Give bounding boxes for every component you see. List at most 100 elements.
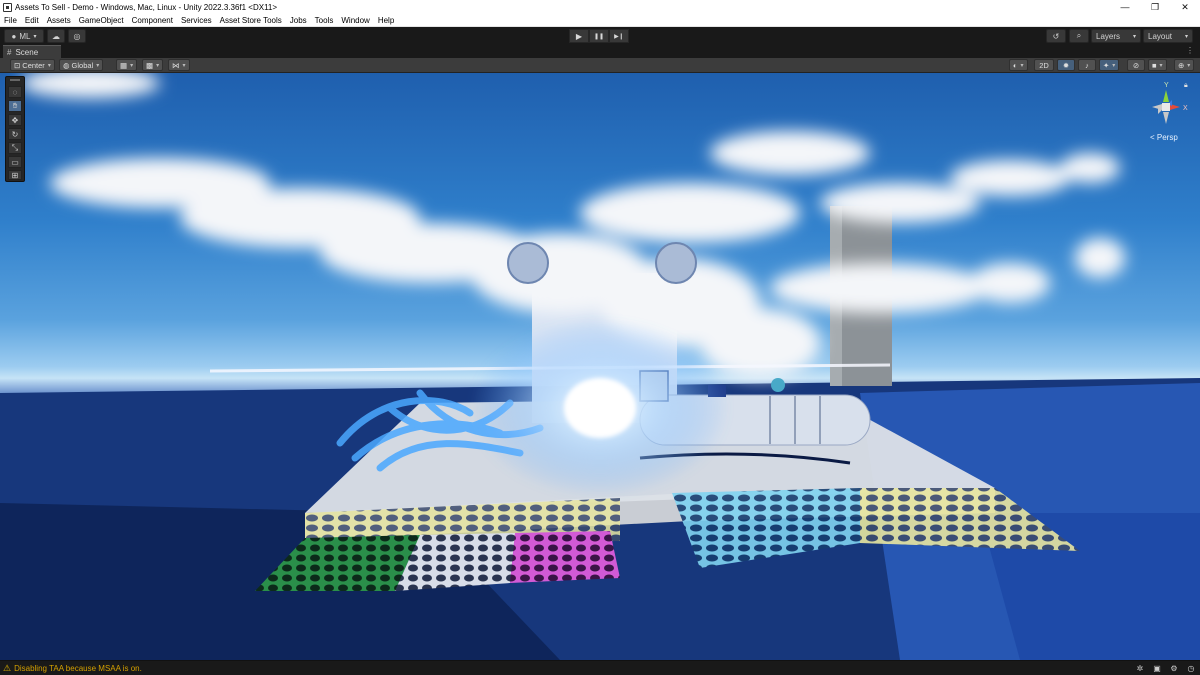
gizmo-y-axis[interactable]: [1163, 90, 1169, 102]
layers-label: Layers: [1096, 31, 1121, 41]
close-button[interactable]: ✕: [1170, 0, 1200, 14]
toggle-2d-button[interactable]: 2D: [1034, 59, 1054, 71]
align-icon: ⋈: [172, 60, 180, 70]
chevron-down-icon: ▾: [47, 62, 51, 69]
pink-dots-tile: [510, 531, 620, 583]
chevron-down-icon: ▾: [182, 62, 186, 69]
menu-asset-store-tools[interactable]: Asset Store Tools: [216, 16, 286, 25]
light-bulb-icon: ✹: [1062, 60, 1070, 70]
shading-icon: ◐: [1013, 60, 1018, 70]
layout-label: Layout: [1148, 31, 1173, 41]
play-icon: ▶: [575, 31, 583, 41]
window-title: Assets To Sell - Demo - Windows, Mac, Li…: [15, 2, 278, 12]
scale-icon: ⤡: [11, 143, 19, 152]
align-dropdown[interactable]: ⋈ ▾: [168, 59, 190, 71]
chevron-down-icon: ▾: [1159, 62, 1163, 69]
menu-window[interactable]: Window: [337, 16, 373, 25]
collab-button[interactable]: ◎: [68, 29, 86, 43]
layout-dropdown[interactable]: Layout ▾: [1143, 29, 1193, 43]
tab-scene-label: Scene: [15, 47, 39, 57]
camera-dropdown[interactable]: ■ ▾: [1148, 59, 1167, 71]
transform-tool-button[interactable]: ⊞: [8, 170, 22, 180]
menu-file[interactable]: File: [0, 16, 21, 25]
view-tool-button[interactable]: ◌: [8, 86, 22, 98]
account-label: ML: [19, 31, 31, 41]
gizmos-dropdown[interactable]: ⊕ ▾: [1174, 59, 1195, 71]
maximize-button[interactable]: ❐: [1140, 0, 1170, 14]
projection-toggle[interactable]: < Persp: [1150, 133, 1178, 142]
transform-icon: ⊞: [11, 170, 19, 180]
palette-grip[interactable]: [10, 79, 20, 81]
wall-sphere-right: [655, 242, 697, 284]
increment-snapping-dropdown[interactable]: ▩ ▾: [142, 59, 164, 71]
chevron-down-icon: ▾: [33, 33, 37, 40]
chevron-down-icon: ▾: [1020, 62, 1024, 69]
menu-jobs[interactable]: Jobs: [286, 16, 311, 25]
menu-bar: File Edit Assets GameObject Component Se…: [0, 14, 1200, 27]
menu-assets[interactable]: Assets: [43, 16, 75, 25]
gizmo-center-cube[interactable]: [1162, 103, 1170, 111]
pivot-mode-label: Center: [22, 60, 45, 70]
progress-icon[interactable]: ◷: [1186, 663, 1196, 673]
menu-tools[interactable]: Tools: [311, 16, 338, 25]
chevron-down-icon: ▾: [1132, 33, 1136, 40]
unity-logo-icon: [3, 2, 12, 12]
gizmo-x-label: X: [1183, 105, 1188, 112]
menu-services[interactable]: Services: [177, 16, 216, 25]
menu-edit[interactable]: Edit: [21, 16, 43, 25]
chevron-down-icon: ▾: [1184, 33, 1188, 40]
rect-icon: ▭: [11, 157, 19, 167]
package-icon[interactable]: ⚙: [1169, 663, 1179, 673]
history-icon: ↺: [1052, 31, 1060, 41]
minimize-button[interactable]: —: [1110, 0, 1140, 14]
rotate-tool-button[interactable]: ↻: [8, 128, 22, 140]
chevron-down-icon: ▾: [1187, 62, 1191, 69]
undo-history-button[interactable]: ↺: [1046, 29, 1066, 43]
pause-icon: ❚❚: [593, 33, 605, 40]
chevron-down-icon: ▾: [130, 62, 134, 69]
scene-visibility-toggle[interactable]: ⊘: [1127, 59, 1145, 71]
cloud-button[interactable]: ☁: [47, 29, 65, 43]
pause-button[interactable]: ❚❚: [589, 29, 609, 43]
window-controls: — ❐ ✕: [1110, 0, 1200, 14]
lighting-toggle[interactable]: ✹: [1057, 59, 1075, 71]
scene-viewport[interactable]: Y X 🔒︎ < Persp: [0, 73, 1200, 660]
status-icons: ✲ ▣ ⚙ ◷: [1135, 663, 1196, 673]
globe-icon: ◍: [63, 60, 70, 70]
hand-tool-button[interactable]: ✋︎: [8, 100, 22, 112]
gizmo-neg-x-axis[interactable]: [1152, 104, 1162, 110]
step-button[interactable]: ▶❙: [609, 29, 629, 43]
energy-core: [564, 378, 636, 438]
pivot-rotation-dropdown[interactable]: ◍ Global ▾: [59, 59, 104, 71]
effects-dropdown[interactable]: ✦ ▾: [1099, 59, 1120, 71]
move-tool-button[interactable]: ✥: [8, 114, 22, 126]
rotate-icon: ↻: [11, 129, 19, 139]
gizmo-neg-y-axis[interactable]: [1163, 112, 1169, 124]
account-dropdown[interactable]: ● ML ▾: [4, 29, 44, 43]
cache-icon[interactable]: ▣: [1152, 663, 1162, 673]
eye-icon: ◌: [12, 87, 18, 97]
play-button[interactable]: ▶: [569, 29, 589, 43]
tab-bar: # Scene ⋮: [0, 45, 1200, 58]
hand-icon: ✋︎: [12, 101, 18, 110]
audio-toggle[interactable]: ♪: [1078, 59, 1096, 71]
menu-component[interactable]: Component: [128, 16, 177, 25]
pivot-mode-dropdown[interactable]: ⊡ Center ▾: [10, 59, 55, 71]
grid-icon: ▦: [120, 60, 128, 70]
grid-snapping-dropdown[interactable]: ▦ ▾: [116, 59, 138, 71]
menu-gameobject[interactable]: GameObject: [75, 16, 128, 25]
tab-scene[interactable]: # Scene: [3, 45, 61, 58]
menu-help[interactable]: Help: [374, 16, 398, 25]
camera-icon: ■: [1152, 60, 1157, 70]
tab-menu-icon[interactable]: ⋮: [1186, 46, 1194, 55]
scale-tool-button[interactable]: ⤡: [8, 142, 22, 154]
lock-icon[interactable]: 🔒︎: [1184, 82, 1188, 89]
main-toolbar: ● ML ▾ ☁ ◎ ▶ ❚❚ ▶❙ ↺ ⌕ Layers ▾ Layout ▾: [0, 27, 1200, 45]
draw-mode-dropdown[interactable]: ◐ ▾: [1009, 59, 1028, 71]
layers-dropdown[interactable]: Layers ▾: [1091, 29, 1141, 43]
search-button[interactable]: ⌕: [1069, 29, 1089, 43]
rect-tool-button[interactable]: ▭: [8, 156, 22, 168]
bug-icon[interactable]: ✲: [1135, 663, 1145, 673]
console-message[interactable]: Disabling TAA because MSAA is on.: [14, 664, 142, 673]
eye-slash-icon: ⊘: [1132, 60, 1140, 70]
